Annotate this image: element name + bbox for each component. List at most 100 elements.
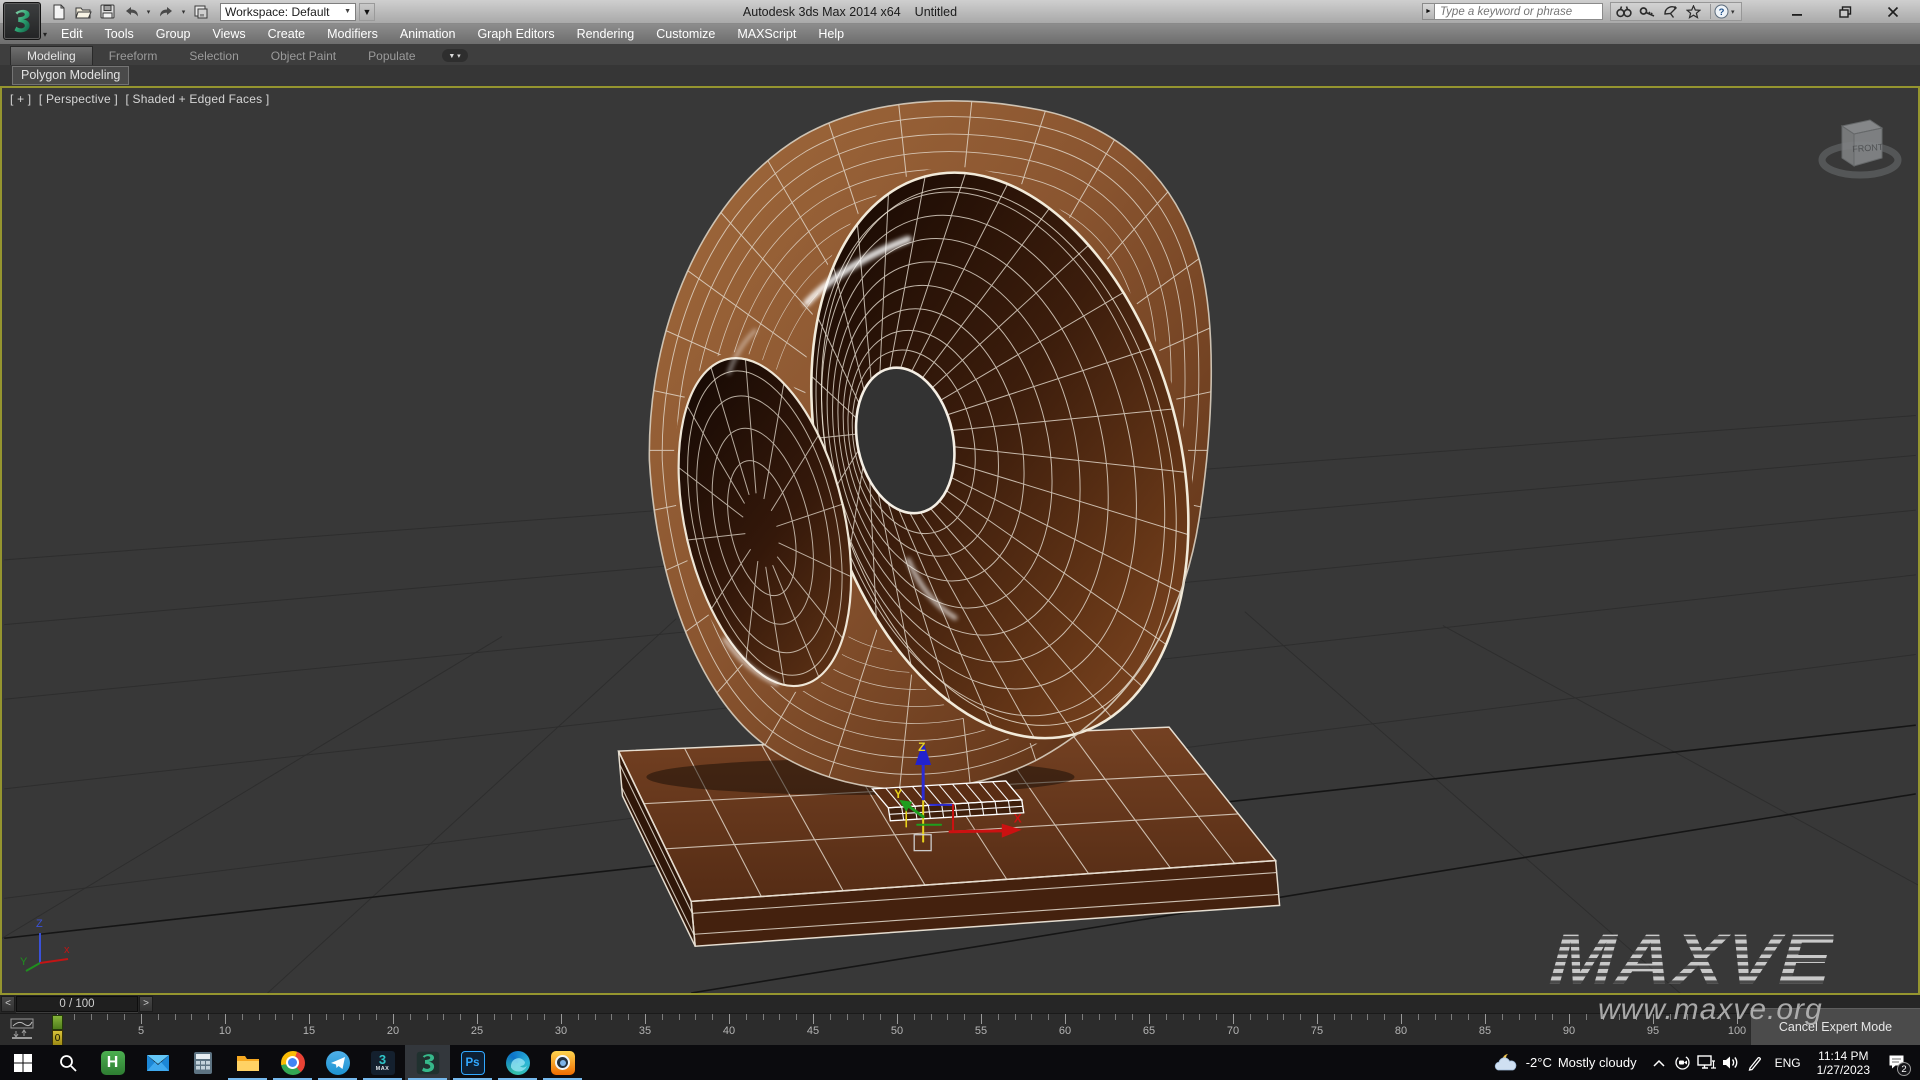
- taskbar-weather-widget[interactable]: -2°C Mostly cloudy: [1484, 1052, 1647, 1074]
- action-center-button[interactable]: 2: [1878, 1045, 1916, 1080]
- ribbon-tab-populate[interactable]: Populate: [352, 47, 431, 65]
- help-caret-icon[interactable]: ▾: [1731, 8, 1735, 16]
- taskbar-app-camera[interactable]: [540, 1045, 585, 1080]
- viewport-general-menu[interactable]: [ + ]: [10, 92, 31, 106]
- viewport-pov-menu[interactable]: [ Perspective ]: [39, 92, 118, 106]
- ruler-tick: [1015, 1014, 1016, 1020]
- redo-history-caret-icon[interactable]: ▾: [179, 2, 188, 22]
- ruler-frame-label: 35: [639, 1025, 651, 1037]
- redo-button[interactable]: [155, 2, 177, 22]
- taskbar-app-photoshop[interactable]: Ps: [450, 1045, 495, 1080]
- taskbar-search-button[interactable]: [45, 1045, 90, 1080]
- ribbon-tab-selection[interactable]: Selection: [173, 47, 254, 65]
- ruler-frame-label: 55: [975, 1025, 987, 1037]
- tray-chevron-up-icon[interactable]: [1647, 1045, 1671, 1080]
- language-indicator[interactable]: ENG: [1767, 1056, 1809, 1070]
- ribbon-tab-freeform[interactable]: Freeform: [93, 47, 174, 65]
- ribbon-minimize-caret-icon[interactable]: ▼ ▾: [442, 49, 468, 62]
- previous-frame-button[interactable]: <: [1, 996, 15, 1012]
- tray-volume-icon[interactable]: [1719, 1045, 1743, 1080]
- perspective-viewport[interactable]: [ + ] [ Perspective ] [ Shaded + Edged F…: [0, 86, 1920, 995]
- help-button[interactable]: ? ▾: [1710, 4, 1738, 19]
- ruler-tick: [1267, 1014, 1268, 1020]
- close-button[interactable]: [1880, 3, 1906, 21]
- ruler-tick: [1384, 1014, 1385, 1020]
- taskbar-app-edge[interactable]: [495, 1045, 540, 1080]
- infocenter-buttons: ? ▾: [1610, 2, 1742, 21]
- menu-tools[interactable]: Tools: [94, 24, 145, 44]
- ruler-tick: [544, 1014, 545, 1020]
- taskbar-app-calculator[interactable]: [180, 1045, 225, 1080]
- frame-display[interactable]: 0 / 100: [16, 996, 138, 1012]
- menu-customize[interactable]: Customize: [645, 24, 726, 44]
- menu-help[interactable]: Help: [807, 24, 855, 44]
- ruler-tick: [376, 1014, 377, 1020]
- viewport-scene: Z Y X: [2, 88, 1918, 993]
- taskbar-app-3dsmax-badge[interactable]: 3 MAX: [360, 1045, 405, 1080]
- ruler-tick: [964, 1014, 965, 1020]
- ruler-tick: [914, 1014, 915, 1020]
- ruler-tick: [1082, 1014, 1083, 1020]
- project-folder-button[interactable]: [190, 2, 212, 22]
- minimize-button[interactable]: [1784, 3, 1810, 21]
- viewcube[interactable]: FRONT: [1808, 104, 1912, 190]
- ribbon-tab-object-paint[interactable]: Object Paint: [255, 47, 352, 65]
- favorites-star-icon[interactable]: [1683, 4, 1703, 20]
- save-file-button[interactable]: [96, 2, 118, 22]
- taskbar-app-explorer[interactable]: [225, 1045, 270, 1080]
- app-menu-caret-icon[interactable]: ▾: [43, 30, 47, 39]
- taskbar-app-3dsmax-running[interactable]: [405, 1045, 450, 1080]
- undo-button[interactable]: [120, 2, 142, 22]
- taskbar-app-h[interactable]: H: [90, 1045, 135, 1080]
- time-slider-playhead[interactable]: [52, 1015, 63, 1030]
- menu-modifiers[interactable]: Modifiers: [316, 24, 389, 44]
- app-logo-3dsmax-icon[interactable]: [3, 2, 41, 40]
- search-binoculars-icon[interactable]: [1614, 4, 1634, 20]
- menu-animation[interactable]: Animation: [389, 24, 467, 44]
- tray-pen-icon[interactable]: [1743, 1045, 1767, 1080]
- ruler-tick: [477, 1014, 478, 1024]
- menu-create[interactable]: Create: [257, 24, 317, 44]
- tray-meet-now-icon[interactable]: [1671, 1045, 1695, 1080]
- ruler-frame-label: 50: [891, 1025, 903, 1037]
- new-file-button[interactable]: [48, 2, 70, 22]
- ruler-tick: [847, 1014, 848, 1020]
- menu-group[interactable]: Group: [145, 24, 202, 44]
- ruler-tick: [1586, 1014, 1587, 1020]
- panel-polygon-modeling[interactable]: Polygon Modeling: [12, 66, 129, 85]
- taskbar-clock[interactable]: 11:14 PM 1/27/2023: [1809, 1049, 1878, 1077]
- ruler-tick: [1317, 1014, 1318, 1024]
- undo-history-caret-icon[interactable]: ▾: [144, 2, 153, 22]
- open-file-button[interactable]: [72, 2, 94, 22]
- ruler-frame-label: 40: [723, 1025, 735, 1037]
- subscription-key-icon[interactable]: [1637, 4, 1657, 20]
- ruler-frame-label: 80: [1395, 1025, 1407, 1037]
- next-frame-button[interactable]: >: [139, 996, 153, 1012]
- mini-curve-editor-button[interactable]: [10, 1018, 34, 1040]
- ruler-tick: [191, 1014, 192, 1020]
- toolbar-options-button[interactable]: ▼: [359, 3, 375, 21]
- menu-maxscript[interactable]: MAXScript: [726, 24, 807, 44]
- start-button[interactable]: [0, 1045, 45, 1080]
- ruler-tick: [1401, 1014, 1402, 1024]
- taskbar-app-telegram[interactable]: [315, 1045, 360, 1080]
- restore-button[interactable]: [1832, 3, 1858, 21]
- menu-edit[interactable]: Edit: [50, 24, 94, 44]
- ribbon-tab-modeling[interactable]: Modeling: [10, 46, 93, 65]
- taskbar-app-mail[interactable]: [135, 1045, 180, 1080]
- menu-rendering[interactable]: Rendering: [566, 24, 646, 44]
- viewport-shading-menu[interactable]: [ Shaded + Edged Faces ]: [125, 92, 269, 106]
- desktop: ▾ ▾ ▾ Workspace: Default: [0, 0, 1920, 1080]
- taskbar-app-chrome[interactable]: [270, 1045, 315, 1080]
- workspace-selector[interactable]: Workspace: Default ▼: [220, 3, 356, 21]
- communication-center-icon[interactable]: [1660, 4, 1680, 20]
- menu-views[interactable]: Views: [201, 24, 256, 44]
- ruler-tick: [779, 1014, 780, 1020]
- search-scope-caret-icon[interactable]: ►: [1422, 3, 1435, 20]
- ruler-tick: [1250, 1014, 1251, 1020]
- tray-network-icon[interactable]: [1695, 1045, 1719, 1080]
- menu-graph-editors[interactable]: Graph Editors: [466, 24, 565, 44]
- window-controls: [1770, 0, 1920, 24]
- ruler-tick: [796, 1014, 797, 1020]
- search-input[interactable]: [1435, 3, 1603, 20]
